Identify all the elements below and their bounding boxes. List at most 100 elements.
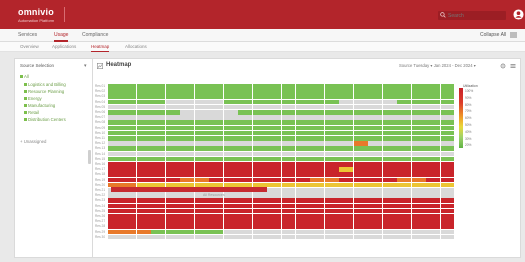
heatmap-cell[interactable] (281, 156, 296, 162)
heatmap-cell[interactable] (252, 219, 267, 224)
heatmap-cell[interactable] (267, 115, 281, 120)
heatmap-cell[interactable] (295, 229, 310, 235)
heatmap-cell[interactable] (440, 177, 455, 183)
heatmap-cell[interactable] (426, 219, 441, 224)
heatmap-cell[interactable] (180, 94, 195, 100)
heatmap-cell[interactable] (368, 162, 383, 167)
heatmap-cell[interactable] (339, 167, 354, 172)
heatmap-cell[interactable] (209, 94, 224, 100)
heatmap-cell[interactable] (353, 182, 368, 188)
heatmap-cell[interactable] (382, 89, 397, 94)
heatmap-cell[interactable] (136, 141, 151, 146)
heatmap-cell[interactable] (281, 151, 296, 157)
heatmap-cell[interactable] (339, 84, 354, 89)
heatmap-cell[interactable] (209, 151, 224, 157)
heatmap-cell[interactable] (397, 203, 412, 209)
heatmap-cell[interactable] (382, 84, 397, 89)
heatmap-cell[interactable] (440, 162, 455, 167)
heatmap-cell[interactable] (353, 141, 368, 146)
heatmap-cell[interactable] (310, 224, 325, 230)
heatmap-cell[interactable] (238, 130, 253, 136)
heatmap-cell[interactable] (411, 234, 426, 240)
heatmap-cell[interactable] (223, 99, 238, 105)
heatmap-cell[interactable] (281, 182, 296, 188)
heatmap-cell[interactable] (426, 99, 441, 105)
heatmap-cell[interactable] (180, 99, 195, 105)
heatmap-cell[interactable] (295, 214, 310, 219)
heatmap-cell[interactable] (411, 136, 426, 141)
heatmap-cell[interactable] (238, 162, 253, 167)
heatmap-cell[interactable] (194, 89, 209, 94)
heatmap-cell[interactable] (382, 167, 397, 172)
heatmap-cell[interactable] (382, 214, 397, 219)
heatmap-cell[interactable] (136, 125, 151, 131)
heatmap-cell[interactable] (180, 151, 195, 157)
heatmap-cell[interactable] (194, 162, 209, 167)
heatmap-cell[interactable] (136, 84, 151, 89)
heatmap-cell[interactable] (252, 141, 267, 146)
heatmap-cell[interactable] (108, 84, 122, 89)
heatmap-cell[interactable] (238, 110, 253, 115)
user-avatar-icon[interactable] (513, 9, 524, 20)
tab-usage[interactable]: Usage (54, 29, 69, 42)
panel-toolbar-filter[interactable]: Source Tuesday ▾ Jan 2024 - Dec 2024 ▾ (399, 63, 476, 68)
heatmap-cell[interactable] (180, 136, 195, 141)
heatmap-cell[interactable] (295, 99, 310, 105)
heatmap-cell[interactable] (136, 104, 151, 110)
heatmap-cell[interactable] (426, 224, 441, 230)
heatmap-cell[interactable] (267, 110, 281, 115)
heatmap-cell[interactable] (267, 151, 281, 157)
heatmap-cell[interactable] (295, 110, 310, 115)
heatmap-cell[interactable] (426, 182, 441, 188)
heatmap-cell[interactable] (382, 193, 397, 198)
heatmap-cell[interactable] (295, 177, 310, 183)
heatmap-cell[interactable] (122, 162, 137, 167)
heatmap-cell[interactable] (194, 94, 209, 100)
heatmap-cell[interactable] (223, 120, 238, 126)
heatmap-cell[interactable] (310, 167, 325, 172)
heatmap-cell[interactable] (194, 214, 209, 219)
heatmap-cell[interactable] (209, 203, 224, 209)
heatmap-cell[interactable] (339, 198, 354, 204)
heatmap-cell[interactable] (295, 167, 310, 172)
heatmap-cell[interactable] (382, 188, 397, 193)
heatmap-cell[interactable] (339, 146, 354, 152)
heatmap-cell[interactable] (310, 162, 325, 167)
heatmap-cell[interactable] (238, 203, 253, 209)
heatmap-cell[interactable] (194, 130, 209, 136)
heatmap-cell[interactable] (397, 188, 412, 193)
heatmap-cell[interactable] (310, 172, 325, 178)
heatmap-cell[interactable] (151, 110, 166, 115)
heatmap-cell[interactable] (122, 110, 137, 115)
heatmap-cell[interactable] (136, 203, 151, 209)
heatmap-cell[interactable] (238, 224, 253, 230)
heatmap-cell[interactable] (368, 198, 383, 204)
heatmap-cell[interactable] (353, 224, 368, 230)
heatmap-cell[interactable] (353, 89, 368, 94)
heatmap-cell[interactable] (426, 146, 441, 152)
heatmap-cell[interactable] (426, 110, 441, 115)
heatmap-cell[interactable] (122, 115, 137, 120)
heatmap-cell[interactable] (136, 167, 151, 172)
heatmap-cell[interactable] (209, 84, 224, 89)
heatmap-cell[interactable] (267, 89, 281, 94)
heatmap-cell[interactable] (209, 214, 224, 219)
heatmap-cell[interactable] (136, 136, 151, 141)
heatmap-cell[interactable] (339, 151, 354, 157)
sidebar-item-retail[interactable]: Retail (24, 110, 39, 116)
heatmap-cell[interactable] (368, 156, 383, 162)
heatmap-cell[interactable] (267, 104, 281, 110)
heatmap-cell[interactable] (382, 151, 397, 157)
heatmap-cell[interactable] (368, 224, 383, 230)
heatmap-cell[interactable] (122, 120, 137, 126)
heatmap-cell[interactable] (194, 203, 209, 209)
heatmap-cell[interactable] (281, 115, 296, 120)
heatmap-cell[interactable] (136, 151, 151, 157)
heatmap-cell[interactable] (411, 162, 426, 167)
heatmap-cell[interactable] (295, 203, 310, 209)
heatmap-cell[interactable] (368, 177, 383, 183)
heatmap-cell[interactable] (411, 193, 426, 198)
heatmap-cell[interactable] (165, 89, 180, 94)
heatmap-cell[interactable] (108, 224, 122, 230)
heatmap-cell[interactable] (310, 219, 325, 224)
